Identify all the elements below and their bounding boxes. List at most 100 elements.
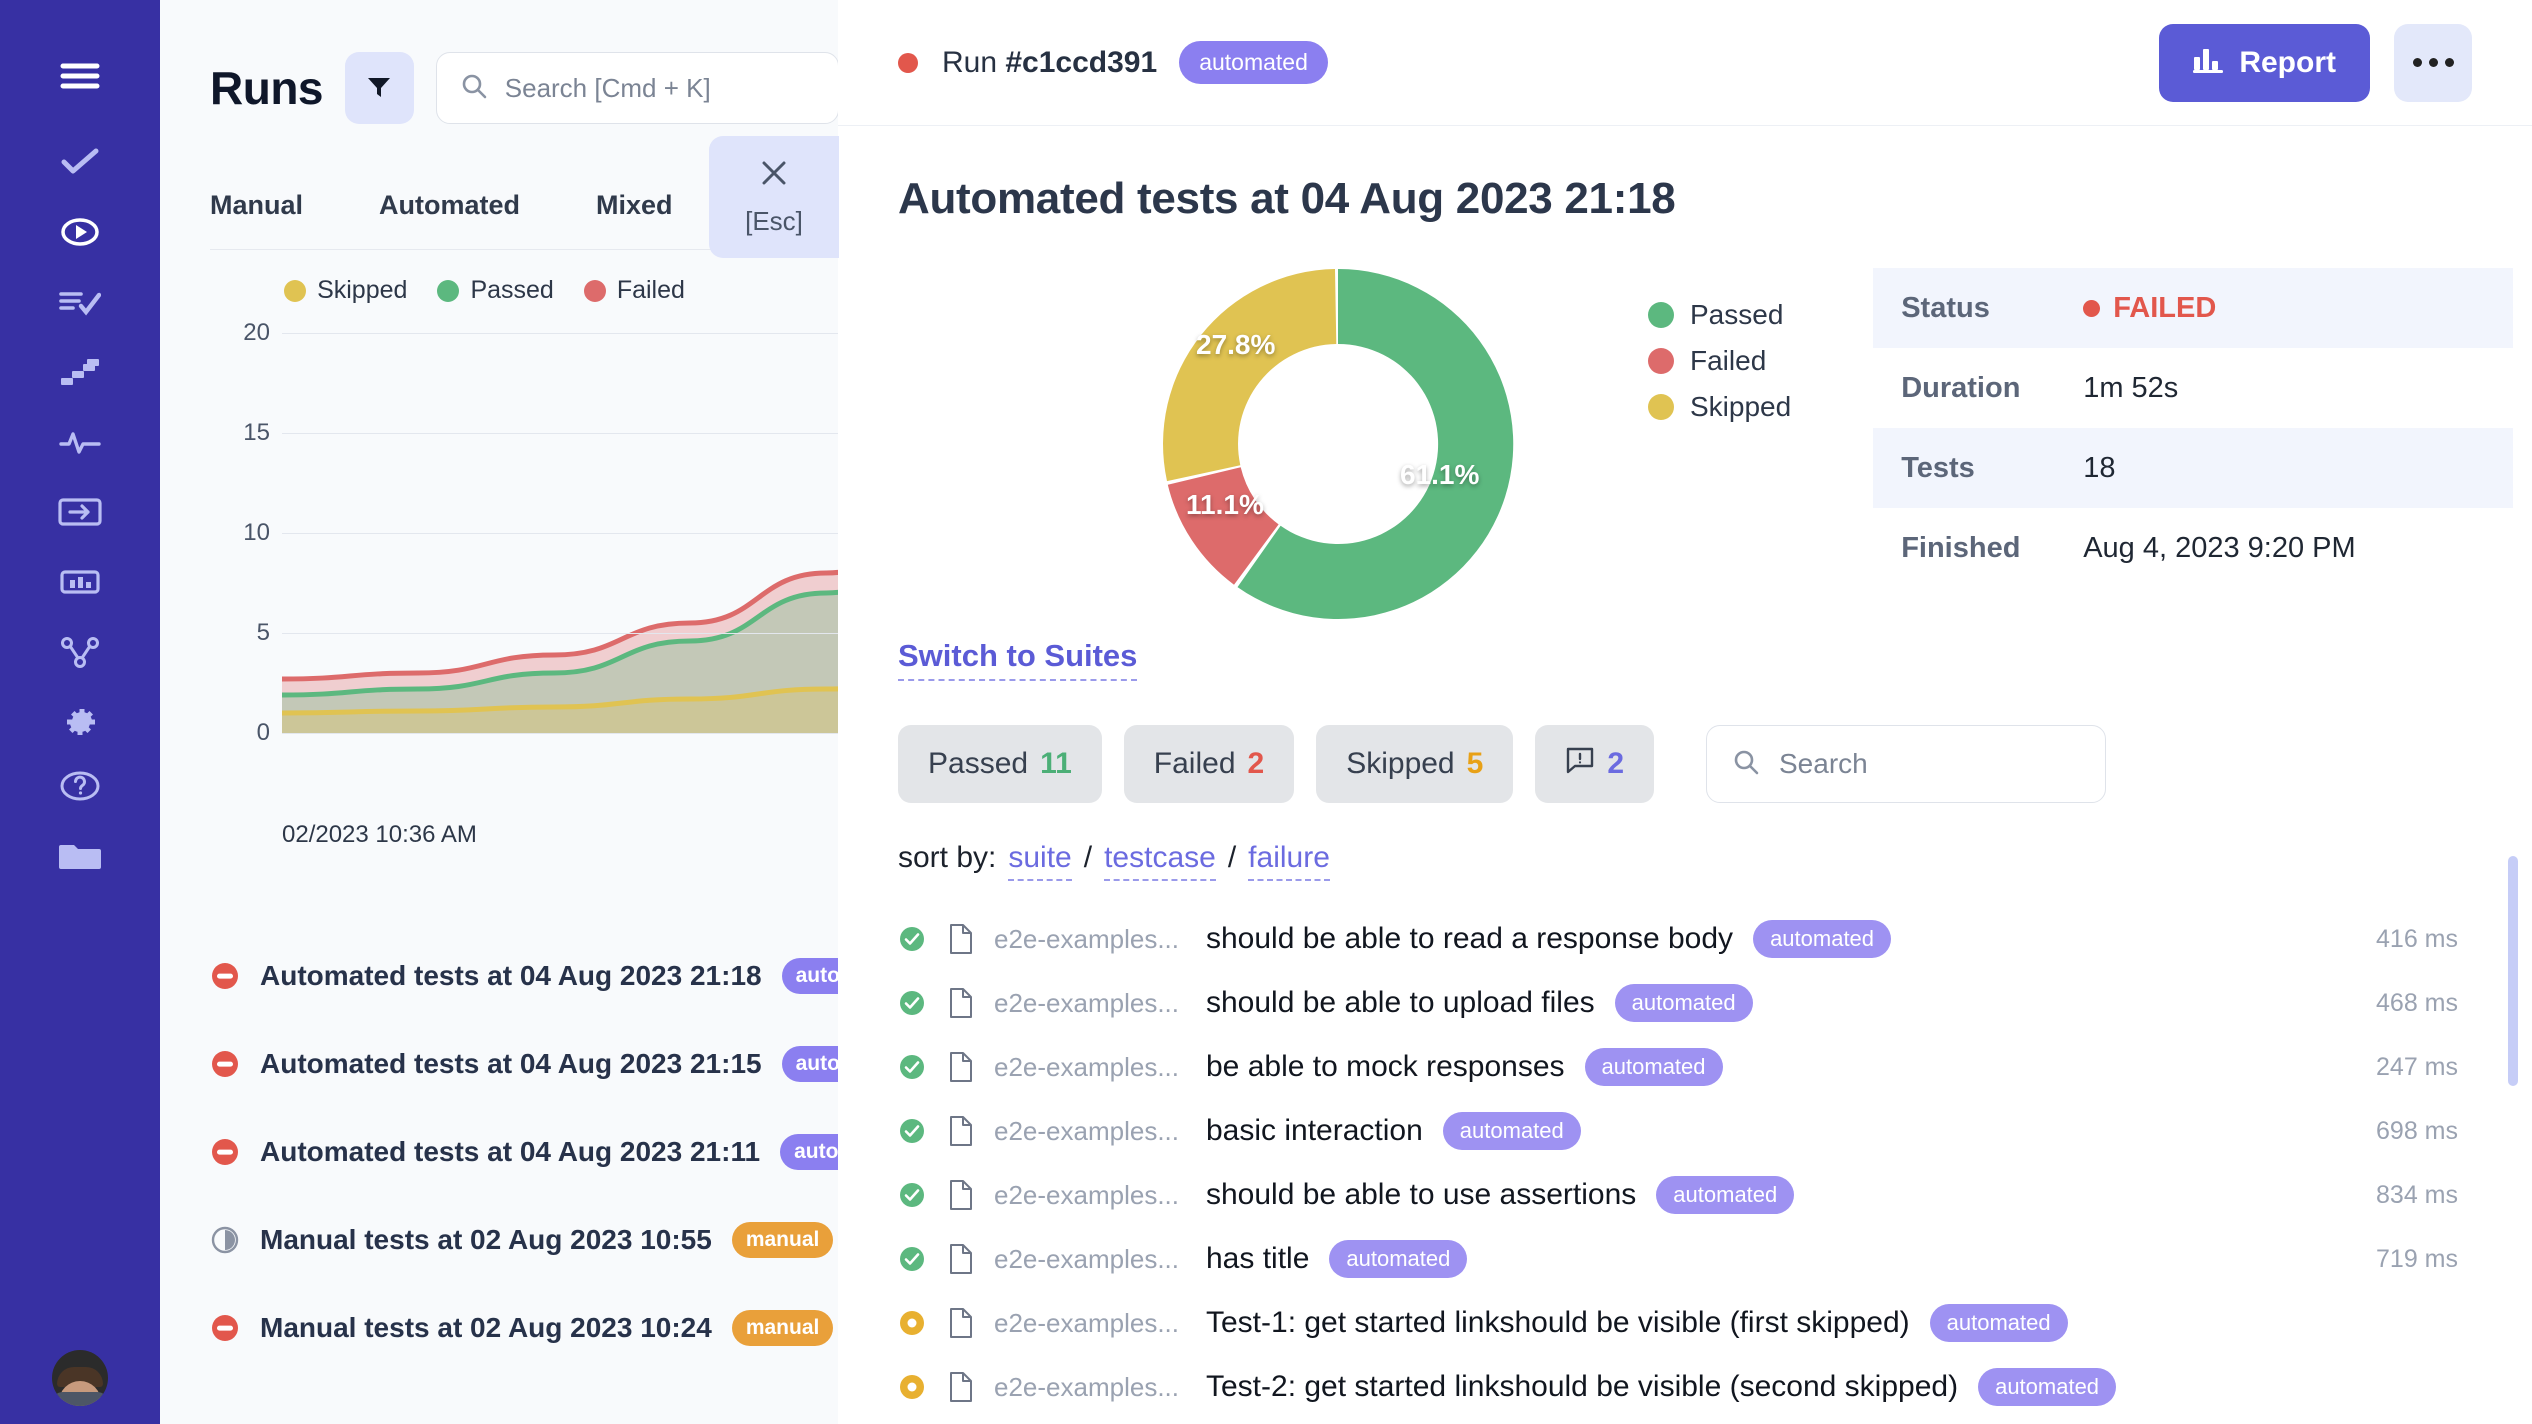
- tab-mixed[interactable]: Mixed: [596, 190, 673, 249]
- info-key: Status: [1873, 292, 2083, 325]
- chip-failed[interactable]: Failed 2: [1124, 725, 1294, 803]
- chart-legend: Skipped Passed Failed: [160, 276, 839, 305]
- help-circle-icon[interactable]: [52, 758, 108, 814]
- sort-option-suite[interactable]: suite: [1008, 841, 1071, 881]
- donut-legend-item-failed: Failed: [1648, 338, 1791, 384]
- test-case-name: has title: [1206, 1242, 1309, 1276]
- test-result-row[interactable]: e2e-examples...has titleautomated719 ms: [838, 1227, 2532, 1291]
- run-list-item[interactable]: Automated tests at 04 Aug 2023 21:18auto…: [160, 932, 839, 1020]
- gear-icon[interactable]: [52, 694, 108, 750]
- file-icon: [948, 987, 974, 1019]
- run-list-item[interactable]: Automated tests at 04 Aug 2023 21:15 auto…: [160, 1020, 839, 1108]
- test-result-row[interactable]: e2e-examples...be able to mock responses…: [838, 1035, 2532, 1099]
- filter-icon: [364, 72, 394, 105]
- test-result-row[interactable]: e2e-examples...should be able to upload …: [838, 971, 2532, 1035]
- test-duration: 247 ms: [2376, 1053, 2458, 1082]
- legend-label-skipped: Skipped: [1690, 391, 1791, 423]
- chip-comments[interactable]: 2: [1535, 725, 1654, 803]
- test-type-badge: automated: [1615, 984, 1753, 1022]
- legend-item-passed: Passed: [437, 276, 553, 305]
- test-suite-name: e2e-examples...: [994, 1308, 1194, 1339]
- bar-chart-icon[interactable]: [52, 554, 108, 610]
- sort-option-failure[interactable]: failure: [1248, 841, 1330, 881]
- chip-failed-label: Failed: [1154, 747, 1236, 781]
- test-result-row[interactable]: e2e-examples... Test-1: get started links…: [838, 1291, 2532, 1355]
- info-value: 18: [2083, 452, 2115, 485]
- status-failed-icon: [210, 1049, 240, 1079]
- file-icon: [948, 1115, 974, 1147]
- chip-passed[interactable]: Passed 11: [898, 725, 1102, 803]
- more-options-button[interactable]: [2394, 24, 2472, 102]
- test-duration: 468 ms: [2376, 989, 2458, 1018]
- tab-manual[interactable]: Manual: [210, 190, 303, 249]
- chip-skipped[interactable]: Skipped 5: [1316, 725, 1513, 803]
- detail-toolbar: Run #c1ccd391 automated Report: [838, 0, 2532, 126]
- filter-button[interactable]: [345, 52, 414, 124]
- test-duration: 416 ms: [2376, 925, 2458, 954]
- switch-to-suites-link[interactable]: Switch to Suites: [898, 638, 1137, 681]
- run-prefix: Run: [942, 46, 1005, 79]
- run-list-item[interactable]: Automated tests at 04 Aug 2023 21:11auto…: [160, 1108, 839, 1196]
- test-result-row[interactable]: e2e-examples...should be able to read a …: [838, 907, 2532, 971]
- play-circle-icon[interactable]: [52, 204, 108, 260]
- vertical-scrollbar[interactable]: [2508, 856, 2518, 1086]
- sort-option-testcase[interactable]: testcase: [1104, 841, 1216, 881]
- info-key: Duration: [1873, 372, 2083, 405]
- run-item-badge: automated: [782, 1046, 840, 1082]
- test-case-name: basic interaction: [1206, 1114, 1423, 1148]
- run-item-badge: manual: [732, 1222, 834, 1258]
- report-button[interactable]: Report: [2159, 24, 2370, 102]
- runs-search-input[interactable]: Search [Cmd + K]: [436, 52, 839, 124]
- test-result-row[interactable]: e2e-examples...Test-2: get started links…: [838, 1355, 2532, 1419]
- run-detail-panel: Run #c1ccd391 automated Report Automated…: [838, 0, 2532, 1424]
- tab-automated[interactable]: Automated: [379, 190, 520, 249]
- status-passed-icon: [898, 1053, 926, 1081]
- legend-dot-failed: [584, 280, 606, 302]
- list-check-icon[interactable]: [52, 274, 108, 330]
- test-result-row[interactable]: e2e-examples...basic interactionautomate…: [838, 1099, 2532, 1163]
- test-case-name: Test-1: get started linkshould be visibl…: [1206, 1306, 1910, 1340]
- legend-label-failed: Failed: [1690, 345, 1766, 377]
- run-type-badge: automated: [1179, 41, 1328, 84]
- share-nodes-icon[interactable]: [52, 624, 108, 680]
- check-icon[interactable]: [52, 134, 108, 190]
- y-tick-20: 20: [160, 319, 270, 347]
- run-item-name: Automated tests at 04 Aug 2023 21:15: [260, 1048, 762, 1080]
- test-case-name: should be able to upload files: [1206, 986, 1595, 1020]
- test-result-row[interactable]: e2e-examples...[Need to fix] should allo…: [838, 1419, 2532, 1424]
- donut-legend: Passed Failed Skipped: [1648, 292, 1791, 430]
- hamburger-menu-icon[interactable]: [52, 48, 108, 104]
- status-failed-icon: [210, 1313, 240, 1343]
- test-type-badge: automated: [1443, 1112, 1581, 1150]
- run-item-badge: manual: [732, 1310, 834, 1346]
- status-passed-icon: [898, 1117, 926, 1145]
- run-list-item[interactable]: Manual tests at 02 Aug 2023 10:24manual: [160, 1284, 839, 1372]
- test-case-name: should be able to use assertions: [1206, 1178, 1636, 1212]
- import-icon[interactable]: [52, 484, 108, 540]
- tests-search-input[interactable]: Search: [1706, 725, 2106, 803]
- detail-actions: Report: [2159, 24, 2472, 102]
- test-suite-name: e2e-examples...: [994, 924, 1194, 955]
- legend-dot-skipped: [1648, 394, 1674, 420]
- avatar[interactable]: [52, 1350, 108, 1406]
- info-key: Tests: [1873, 452, 2083, 485]
- activity-icon[interactable]: [52, 414, 108, 470]
- test-type-badge: automated: [1656, 1176, 1794, 1214]
- runs-trend-chart: Skipped Passed Failed 20 15: [160, 276, 839, 836]
- sort-sep-2: /: [1228, 841, 1236, 875]
- test-result-row[interactable]: e2e-examples...should be able to use ass…: [838, 1163, 2532, 1227]
- steps-icon[interactable]: [52, 344, 108, 400]
- tests-search-placeholder: Search: [1779, 748, 1868, 780]
- left-icon-rail: [0, 0, 160, 1424]
- info-key: Finished: [1873, 532, 2083, 565]
- run-status-dot: [898, 53, 918, 73]
- status-passed-icon: [898, 989, 926, 1017]
- search-icon: [459, 71, 489, 106]
- test-type-badge: automated: [1585, 1048, 1723, 1086]
- info-row-finished: FinishedAug 4, 2023 9:20 PM: [1873, 508, 2513, 588]
- folder-icon[interactable]: [52, 828, 108, 884]
- close-panel-button[interactable]: [Esc]: [709, 136, 839, 258]
- run-list-item[interactable]: Manual tests at 02 Aug 2023 10:55manual: [160, 1196, 839, 1284]
- run-info-table: StatusFAILEDDuration1m 52sTests18Finishe…: [1873, 268, 2513, 588]
- test-type-badge: automated: [1930, 1304, 2068, 1342]
